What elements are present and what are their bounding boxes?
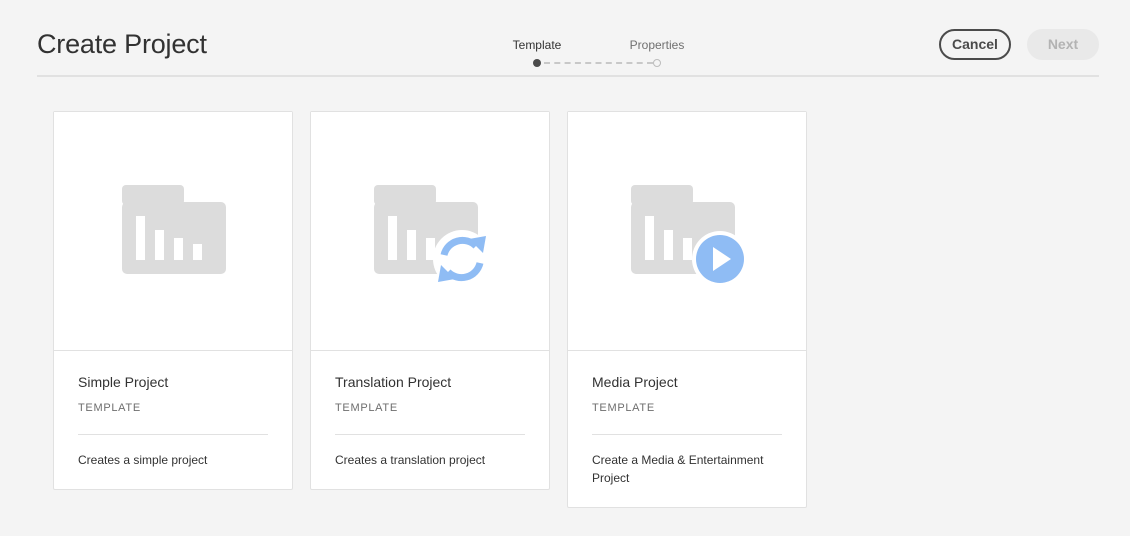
cancel-button[interactable]: Cancel: [939, 29, 1011, 60]
card-description: Creates a simple project: [78, 453, 208, 467]
card-title: Translation Project: [335, 374, 452, 390]
step-template-indicator: [533, 59, 541, 67]
card-type-label: TEMPLATE: [78, 402, 141, 414]
wizard-steps: Template Properties: [477, 0, 684, 77]
card-thumbnail: [311, 112, 549, 351]
card-title: Media Project: [592, 374, 678, 390]
card-type-label: TEMPLATE: [592, 402, 655, 414]
card-thumbnail: [568, 112, 806, 351]
template-card-simple[interactable]: Simple Project TEMPLATE Creates a simple…: [53, 111, 293, 490]
step-template-label: Template: [512, 38, 562, 52]
card-title: Simple Project: [78, 374, 169, 390]
template-card-media[interactable]: Media Project TEMPLATE Create a Media & …: [567, 111, 807, 508]
template-card-translation[interactable]: Translation Project TEMPLATE Creates a t…: [310, 111, 550, 490]
step-properties-indicator: [653, 59, 661, 67]
page-header: Create Project Template Properties Cance…: [37, 0, 1099, 77]
card-thumbnail: [54, 112, 292, 351]
card-type-label: TEMPLATE: [335, 402, 398, 414]
folder-chart-icon: [122, 185, 226, 274]
card-divider: [335, 434, 525, 435]
page-title: Create Project: [37, 29, 207, 59]
next-button[interactable]: Next: [1027, 29, 1099, 60]
step-properties-label: Properties: [629, 38, 685, 52]
folder-chart-sync-icon: [374, 185, 491, 288]
card-divider: [78, 434, 268, 435]
card-description: Creates a translation project: [335, 453, 486, 467]
card-divider: [592, 434, 782, 435]
step-progress-line: [544, 62, 653, 64]
card-description: Create a Media & Entertainment Project: [592, 453, 764, 485]
folder-chart-play-icon: [631, 185, 748, 287]
